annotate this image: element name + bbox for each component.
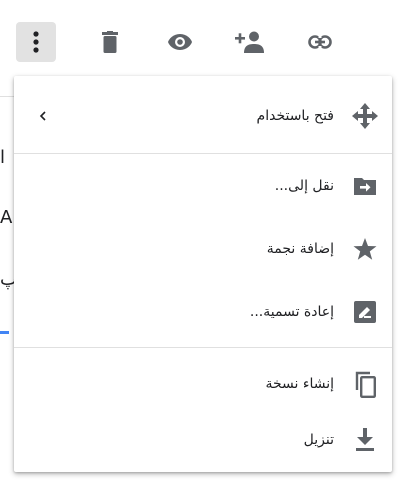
menu-item-rename[interactable]: إعادة تسمية...: [14, 288, 392, 336]
folder-move-icon: [350, 171, 380, 201]
trash-icon: [102, 31, 118, 53]
star-icon: [350, 234, 380, 264]
toolbar: [0, 0, 406, 76]
menu-item-make-copy[interactable]: إنشاء نسخة: [14, 360, 392, 408]
share-button[interactable]: [230, 22, 270, 62]
eye-icon: [167, 33, 193, 51]
get-link-button[interactable]: [300, 22, 340, 62]
link-icon: [308, 35, 332, 49]
menu-item-move-to[interactable]: نقل إلى...: [14, 162, 392, 210]
add-person-icon: [235, 31, 265, 53]
menu-item-open-with[interactable]: فتح باستخدام: [14, 92, 392, 140]
menu-item-label: إضافة نجمة: [266, 241, 334, 257]
preview-button[interactable]: [160, 22, 200, 62]
rename-pencil-icon: [350, 297, 380, 327]
menu-item-label: فتح باستخدام: [256, 108, 334, 124]
more-vert-icon: [33, 31, 39, 53]
context-menu: فتح باستخدام نقل إلى... إضافة نجمة إعادة…: [14, 76, 392, 472]
menu-item-add-star[interactable]: إضافة نجمة: [14, 225, 392, 273]
selection-indicator: [0, 331, 9, 334]
delete-button[interactable]: [90, 22, 130, 62]
move-arrows-icon: [350, 101, 380, 131]
menu-separator: [14, 347, 392, 348]
copy-icon: [350, 369, 380, 399]
menu-item-label: إعادة تسمية...: [249, 304, 334, 320]
menu-item-label: نقل إلى...: [274, 178, 334, 194]
file-name-fragment: ا: [0, 147, 6, 168]
menu-item-label: إنشاء نسخة: [265, 376, 334, 392]
menu-item-label: تنزيل: [303, 432, 334, 448]
more-options-button[interactable]: [16, 22, 56, 62]
list-divider: [0, 96, 14, 97]
menu-item-download[interactable]: تنزيل: [14, 416, 392, 464]
chevron-left-icon: [36, 106, 50, 126]
file-name-fragment: A: [0, 207, 13, 228]
menu-separator: [14, 153, 392, 154]
download-icon: [350, 425, 380, 455]
